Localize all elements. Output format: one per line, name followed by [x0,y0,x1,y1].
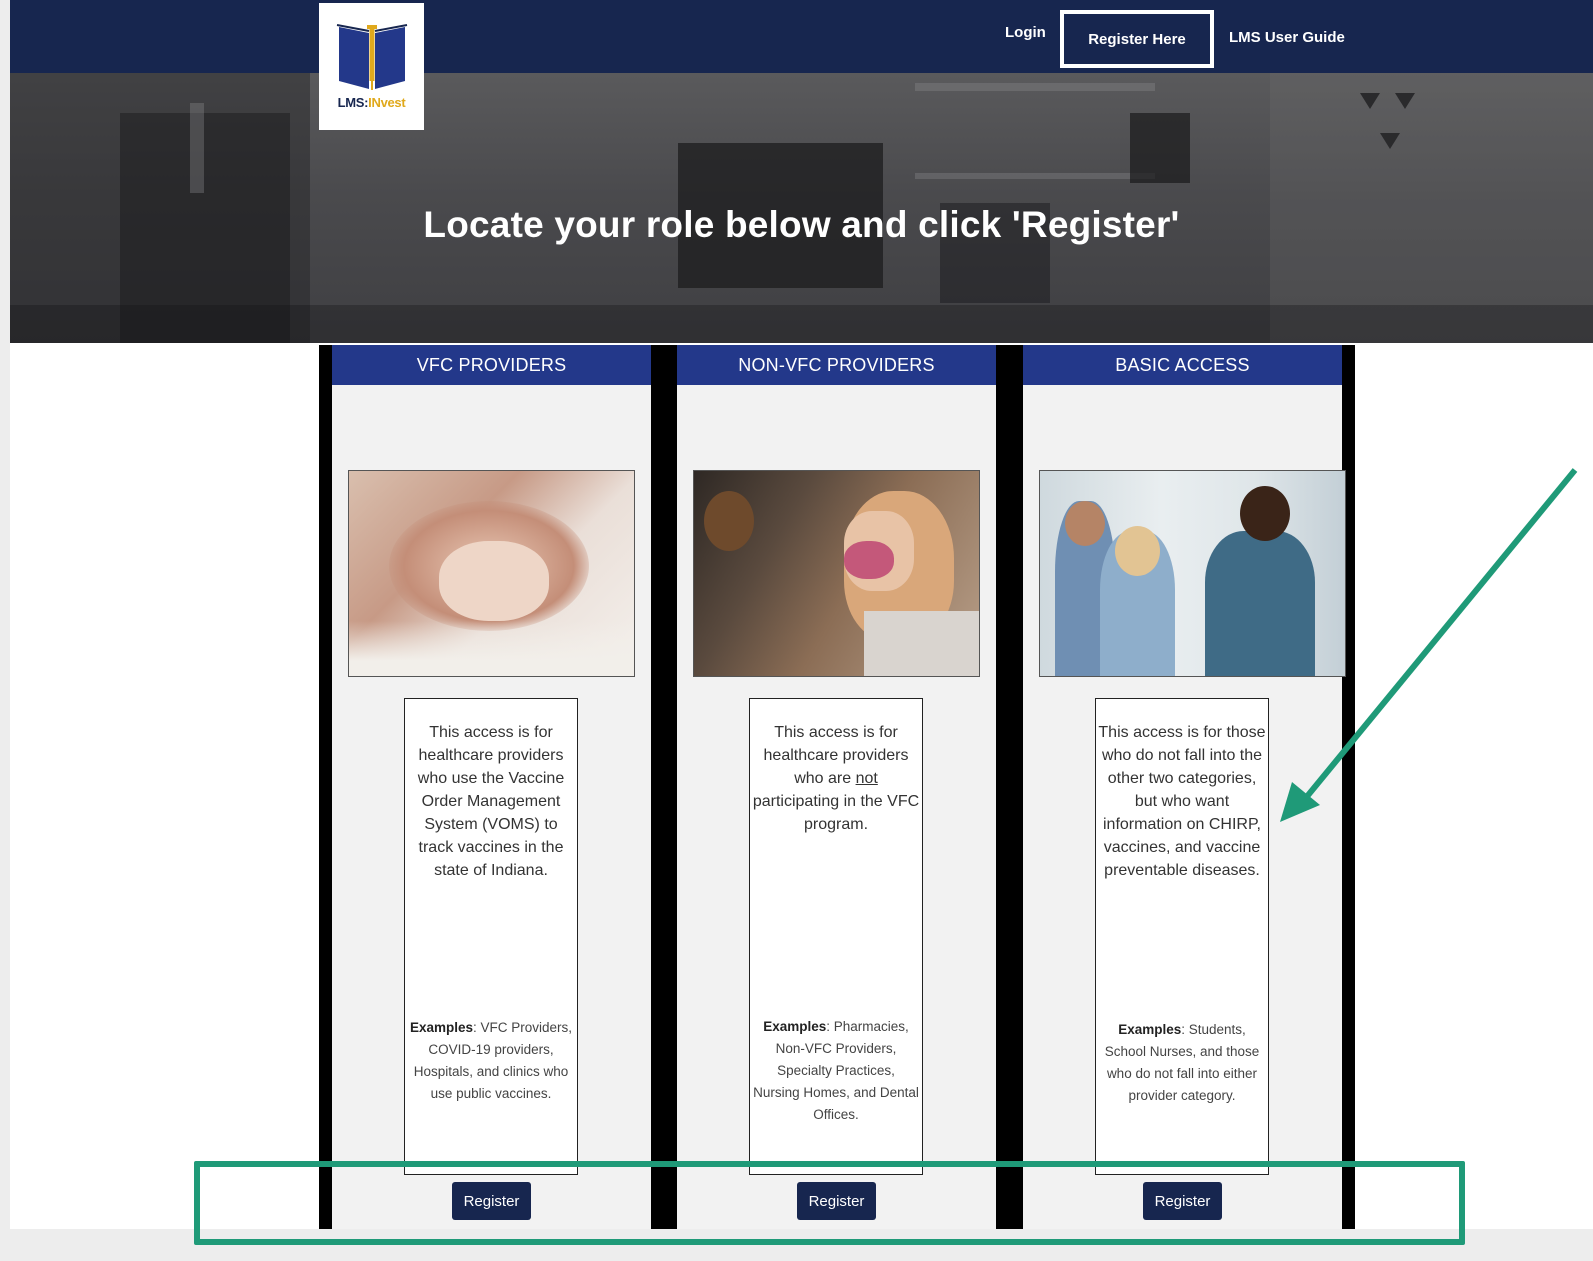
hero-title: Locate your role below and click 'Regist… [423,204,1180,245]
book-icon [336,24,407,90]
card-description-box: This access is for healthcare providers … [404,698,578,1175]
nav-register-here-link[interactable]: Register Here [1060,10,1214,68]
role-cards: VFC PROVIDERS This access is for healthc… [319,345,1355,1229]
card-description-box: This access is for healthcare providers … [749,698,923,1175]
logo-text: LMS:INvest [337,95,406,110]
card-description: This access is for healthcare providers … [417,724,565,879]
card-examples: Examples: Pharmacies, Non-VFC Providers,… [753,1019,919,1122]
page: Locate your role below and click 'Regist… [10,0,1593,1229]
site-logo[interactable]: LMS:INvest [319,3,424,130]
nav-user-guide-link[interactable]: LMS User Guide [1229,29,1345,46]
annotation-highlight-box [194,1161,1465,1245]
card-title: BASIC ACCESS [1023,345,1342,385]
card-examples: Examples: VFC Providers, COVID-19 provid… [409,1020,573,1101]
card-vfc-providers: VFC PROVIDERS This access is for healthc… [332,345,651,1229]
card-description: This access is for those who do not fall… [1098,724,1266,879]
card-description-box: This access is for those who do not fall… [1095,698,1269,1175]
hero-banner: Locate your role below and click 'Regist… [10,73,1593,343]
nav-login-link[interactable]: Login [1005,24,1046,41]
photo-masked-woman [693,470,980,677]
card-title: NON-VFC PROVIDERS [677,345,996,385]
card-basic-access: BASIC ACCESS This access is for those wh… [1023,345,1346,1229]
photo-baby-feet [348,470,635,677]
card-description: This access is for healthcare providers … [752,724,920,833]
card-title: VFC PROVIDERS [332,345,651,385]
photo-nurse-with-child [1039,470,1346,677]
top-nav-bar: Login Register Here LMS User Guide [10,0,1593,73]
card-examples: Examples: Students, School Nurses, and t… [1104,1022,1260,1103]
card-non-vfc-providers: NON-VFC PROVIDERS This access is for hea… [677,345,996,1229]
